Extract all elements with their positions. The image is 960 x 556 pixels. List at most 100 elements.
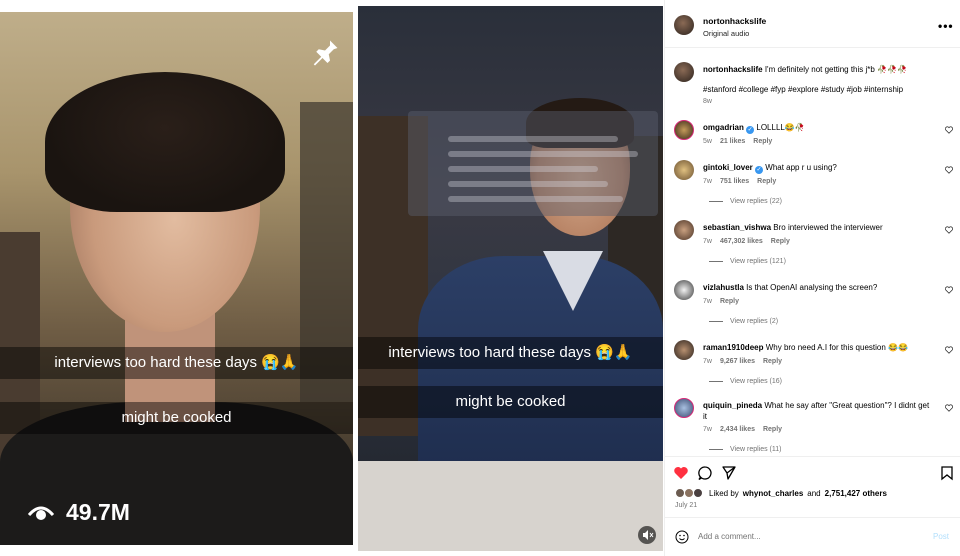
comment-age: 7w: [703, 426, 712, 433]
video-caption-1: interviews too hard these days 😭🙏: [358, 337, 663, 369]
emoji-icon[interactable]: [675, 530, 689, 544]
video-caption-2: might be cooked: [0, 402, 353, 434]
eye-icon: [28, 506, 54, 520]
video-caption-2: might be cooked: [358, 386, 663, 418]
view-replies-button[interactable]: View replies (16): [709, 378, 782, 385]
view-replies-button[interactable]: View replies (121): [709, 258, 786, 265]
avatar[interactable]: [674, 15, 694, 35]
comment-icon[interactable]: [697, 465, 713, 481]
post-date: July 21: [675, 502, 698, 509]
comment-likes[interactable]: 21 likes: [720, 138, 745, 145]
comment-heart-icon[interactable]: [945, 346, 953, 354]
avatar[interactable]: [674, 280, 694, 300]
post-sidebar: nortonhackslife Original audio ••• norto…: [664, 0, 960, 556]
left-video-panel[interactable]: interviews too hard these days 😭🙏 might …: [0, 12, 353, 545]
post-button[interactable]: Post: [933, 532, 949, 541]
liked-by-user[interactable]: whynot_charles: [743, 489, 803, 498]
comment-username[interactable]: raman1910deep: [703, 343, 763, 352]
comment-age: 7w: [703, 358, 712, 365]
comment-username[interactable]: gintoki_lover: [703, 163, 753, 172]
view-replies-label[interactable]: View replies (2): [730, 318, 778, 325]
comment-heart-icon[interactable]: [945, 286, 953, 294]
mute-icon[interactable]: [638, 526, 656, 544]
add-comment-bar: Add a comment... Post: [665, 517, 960, 556]
comment-age: 7w: [703, 238, 712, 245]
comment-username[interactable]: sebastian_vishwa: [703, 223, 771, 232]
comment-username[interactable]: vizlahustla: [703, 283, 744, 292]
more-options-icon[interactable]: •••: [938, 19, 954, 33]
view-replies-button[interactable]: View replies (11): [709, 446, 782, 453]
comment-likes[interactable]: 9,267 likes: [720, 358, 755, 365]
liked-by-count[interactable]: 2,751,427 others: [825, 489, 887, 498]
reply-button[interactable]: Reply: [720, 298, 739, 305]
view-replies-button[interactable]: View replies (22): [709, 198, 782, 205]
comment-likes[interactable]: 751 likes: [720, 178, 749, 185]
comment-username[interactable]: quiquin_pineda: [703, 401, 762, 410]
comment-username[interactable]: omgadrian: [703, 123, 744, 132]
overlay-text-line: [448, 196, 623, 202]
person-hair: [45, 72, 285, 212]
pin-icon[interactable]: [310, 38, 340, 68]
verified-badge-icon: ✓: [746, 126, 755, 134]
caption-text: I'm definitely not getting this j*b 🥀🥀🥀: [764, 65, 907, 74]
view-replies-label[interactable]: View replies (11): [730, 446, 782, 453]
comment-heart-icon[interactable]: [945, 226, 953, 234]
caption-hashtags[interactable]: #stanford #college #fyp #explore #study …: [703, 84, 935, 95]
heart-icon[interactable]: [673, 465, 689, 481]
liker-avatar: [693, 488, 703, 498]
replies-divider: [709, 201, 723, 202]
replies-divider: [709, 449, 723, 450]
comment-age: 7w: [703, 178, 712, 185]
comment-text: What app r u using?: [765, 163, 837, 172]
caption-age: 8w: [703, 98, 712, 105]
desk: [358, 461, 663, 551]
comment-age: 7w: [703, 298, 712, 305]
view-count-text: 49.7M: [66, 499, 130, 525]
reply-button[interactable]: Reply: [753, 138, 772, 145]
comment-likes[interactable]: 2,434 likes: [720, 426, 755, 433]
view-count: 49.7M: [28, 499, 130, 526]
reply-button[interactable]: Reply: [763, 426, 782, 433]
avatar[interactable]: [674, 160, 694, 180]
view-replies-label[interactable]: View replies (22): [730, 198, 782, 205]
overlay-text-line: [448, 181, 608, 187]
avatar[interactable]: [674, 340, 694, 360]
reply-button[interactable]: Reply: [763, 358, 782, 365]
replies-divider: [709, 321, 723, 322]
view-replies-label[interactable]: View replies (121): [730, 258, 786, 265]
verified-badge-icon: ✓: [755, 166, 764, 174]
replies-divider: [709, 261, 723, 262]
liked-by: Liked by whynot_charles and 2,751,427 ot…: [675, 488, 887, 498]
caption-username[interactable]: nortonhackslife: [703, 65, 763, 74]
comment-heart-icon[interactable]: [945, 126, 953, 134]
comment-heart-icon[interactable]: [945, 166, 953, 174]
audio-label[interactable]: Original audio: [703, 29, 749, 38]
overlay-text-line: [448, 136, 618, 142]
post-username[interactable]: nortonhackslife: [703, 16, 766, 26]
reply-button[interactable]: Reply: [771, 238, 790, 245]
share-icon[interactable]: [721, 465, 737, 481]
comment-heart-icon[interactable]: [945, 404, 953, 412]
comment-text: Why bro need A.I for this question 😂😂: [765, 343, 908, 352]
overlay-text-line: [448, 151, 638, 157]
action-bar: [665, 456, 960, 486]
view-replies-button[interactable]: View replies (2): [709, 318, 778, 325]
view-replies-label[interactable]: View replies (16): [730, 378, 782, 385]
avatar[interactable]: [674, 120, 694, 140]
video-caption-1: interviews too hard these days 😭🙏: [0, 347, 353, 379]
comment-input[interactable]: Add a comment...: [698, 532, 761, 541]
avatar[interactable]: [674, 220, 694, 240]
avatar[interactable]: [674, 62, 694, 82]
avatar[interactable]: [674, 398, 694, 418]
comment-age: 5w: [703, 138, 712, 145]
post-header: nortonhackslife Original audio •••: [665, 0, 960, 48]
middle-video-panel[interactable]: interviews too hard these days 😭🙏 might …: [358, 6, 663, 551]
comment-text: Is that OpenAI analysing the screen?: [746, 283, 878, 292]
liked-by-prefix: Liked by: [709, 488, 739, 498]
reply-button[interactable]: Reply: [757, 178, 776, 185]
comment-text: LOLLLL😂🥀: [756, 123, 805, 132]
overlay-text-line: [448, 166, 598, 172]
comment-likes[interactable]: 467,302 likes: [720, 238, 763, 245]
liked-by-and: and: [807, 488, 821, 498]
bookmark-icon[interactable]: [939, 465, 955, 481]
